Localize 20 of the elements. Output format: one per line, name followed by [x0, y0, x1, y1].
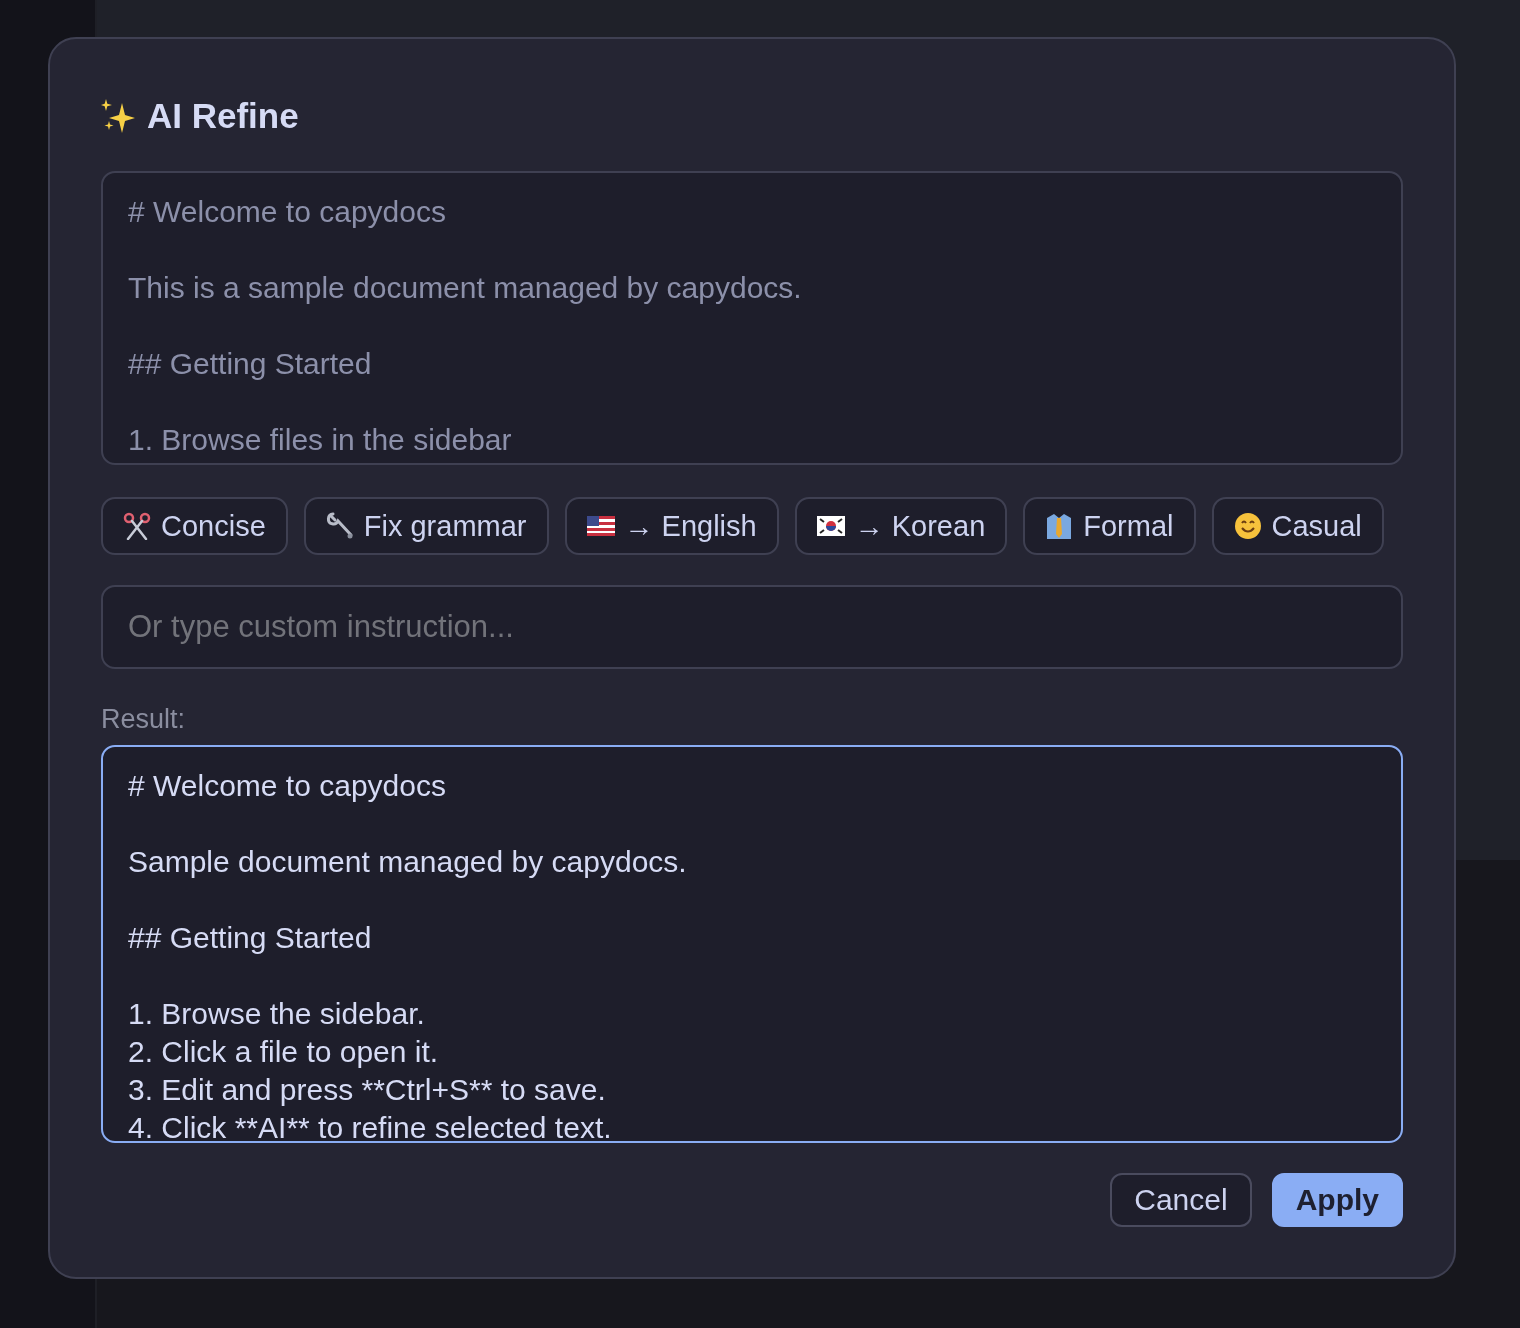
instruction-input[interactable]: Or type custom instruction...: [101, 585, 1403, 669]
wrench-icon: [325, 512, 354, 541]
flag-icon: [816, 516, 845, 537]
preset-button[interactable]: → English: [564, 497, 779, 556]
preset-button[interactable]: Formal: [1023, 497, 1196, 556]
preset-button[interactable]: Fix grammar: [303, 497, 549, 556]
scissors-icon: [123, 512, 151, 541]
apply-button[interactable]: Apply: [1271, 1173, 1403, 1227]
dialog-title: AI Refine: [147, 95, 299, 136]
sparkles-icon: [101, 98, 135, 133]
result-label: Result:: [101, 702, 186, 735]
flag-icon: [586, 516, 615, 537]
cancel-button[interactable]: Cancel: [1110, 1173, 1252, 1227]
preset-button[interactable]: → Korean: [794, 497, 1008, 556]
shirt-tie-icon: [1045, 512, 1074, 541]
preset-button[interactable]: Concise: [101, 497, 288, 556]
preset-button[interactable]: Casual: [1211, 497, 1384, 556]
result-text-area[interactable]: # Welcome to capydocs Sample document managed by capydocs. ## Getting Started 1. Browse the sidebar. 2. Click a file to open it. 3. Edit and press **Ctrl+S** to save. 4. Click **AI** to refine selected text.: [101, 744, 1403, 1143]
source-text-area[interactable]: # Welcome to capydocs This is a sample document managed by capydocs. ## Getting Started 1. Browse files in the sidebar: [101, 170, 1403, 466]
smiley-icon: [1233, 512, 1262, 541]
